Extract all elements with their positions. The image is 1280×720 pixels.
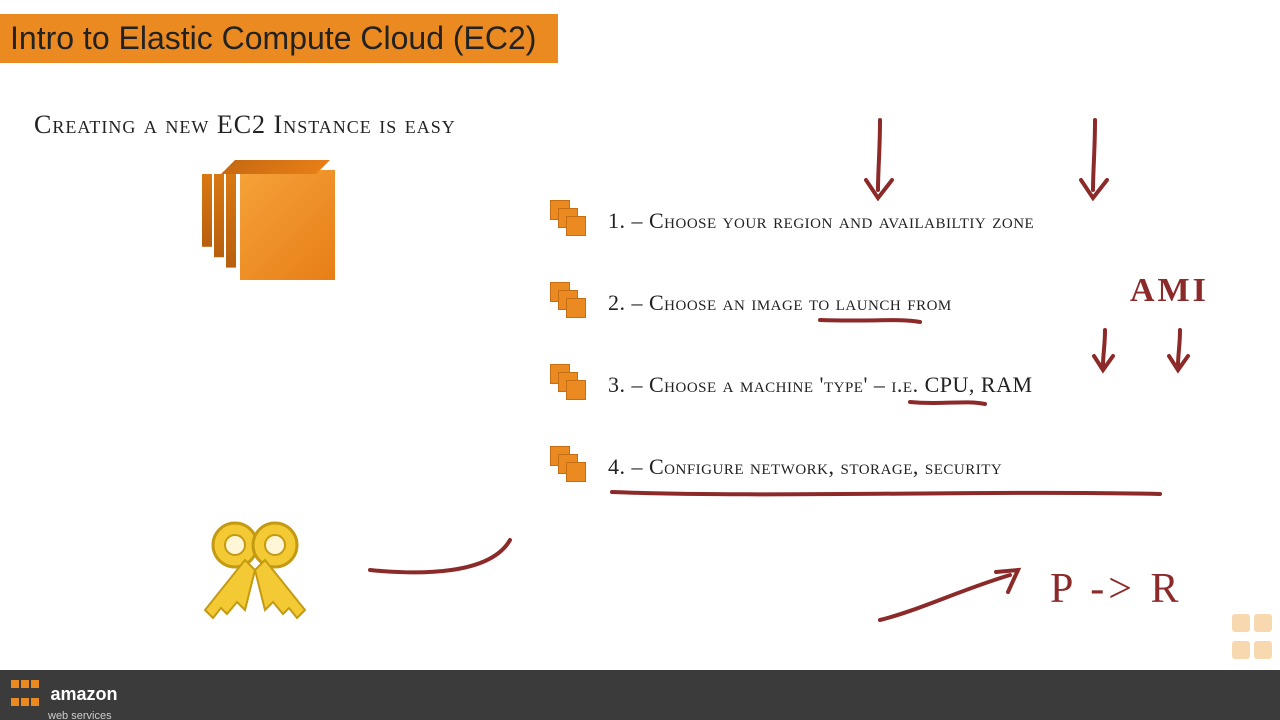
step-text: – Choose an image to launch from [632, 290, 952, 315]
step-2: 2. – Choose an image to launch from [608, 290, 952, 316]
stack-icon [550, 200, 590, 240]
footer-bar: amazon web services [0, 670, 1280, 720]
step-1: 1. – Choose your region and availabiltiy… [608, 208, 1034, 234]
stack-icon [550, 364, 590, 404]
stack-icon [550, 282, 590, 322]
brand-text: amazon [50, 684, 117, 705]
step-number: 2. [608, 290, 626, 315]
decorative-dots [1230, 612, 1274, 666]
slide-subtitle: Creating a new EC2 Instance is easy [34, 110, 456, 140]
step-4: 4. – Configure network, storage, securit… [608, 454, 1002, 480]
step-3: 3. – Choose a machine 'type' – i.e. CPU,… [608, 372, 1033, 398]
ec2-service-icon [200, 160, 340, 300]
step-text: – Choose a machine 'type' – i.e. CPU, RA… [632, 372, 1033, 397]
annotation-p-to-r: P -> R [1050, 565, 1183, 613]
step-number: 1. [608, 208, 626, 233]
annotation-ami: AMI [1130, 272, 1209, 310]
step-number: 4. [608, 454, 626, 479]
step-number: 3. [608, 372, 626, 397]
stack-icon [550, 446, 590, 486]
aws-logo: amazon web services [10, 676, 117, 720]
ssh-keys-icon [175, 510, 335, 630]
brand-subtext: web services [48, 710, 117, 720]
step-text: – Configure network, storage, security [632, 454, 1003, 479]
slide-title: Intro to Elastic Compute Cloud (EC2) [0, 14, 558, 63]
step-text: – Choose your region and availabiltiy zo… [632, 208, 1035, 233]
